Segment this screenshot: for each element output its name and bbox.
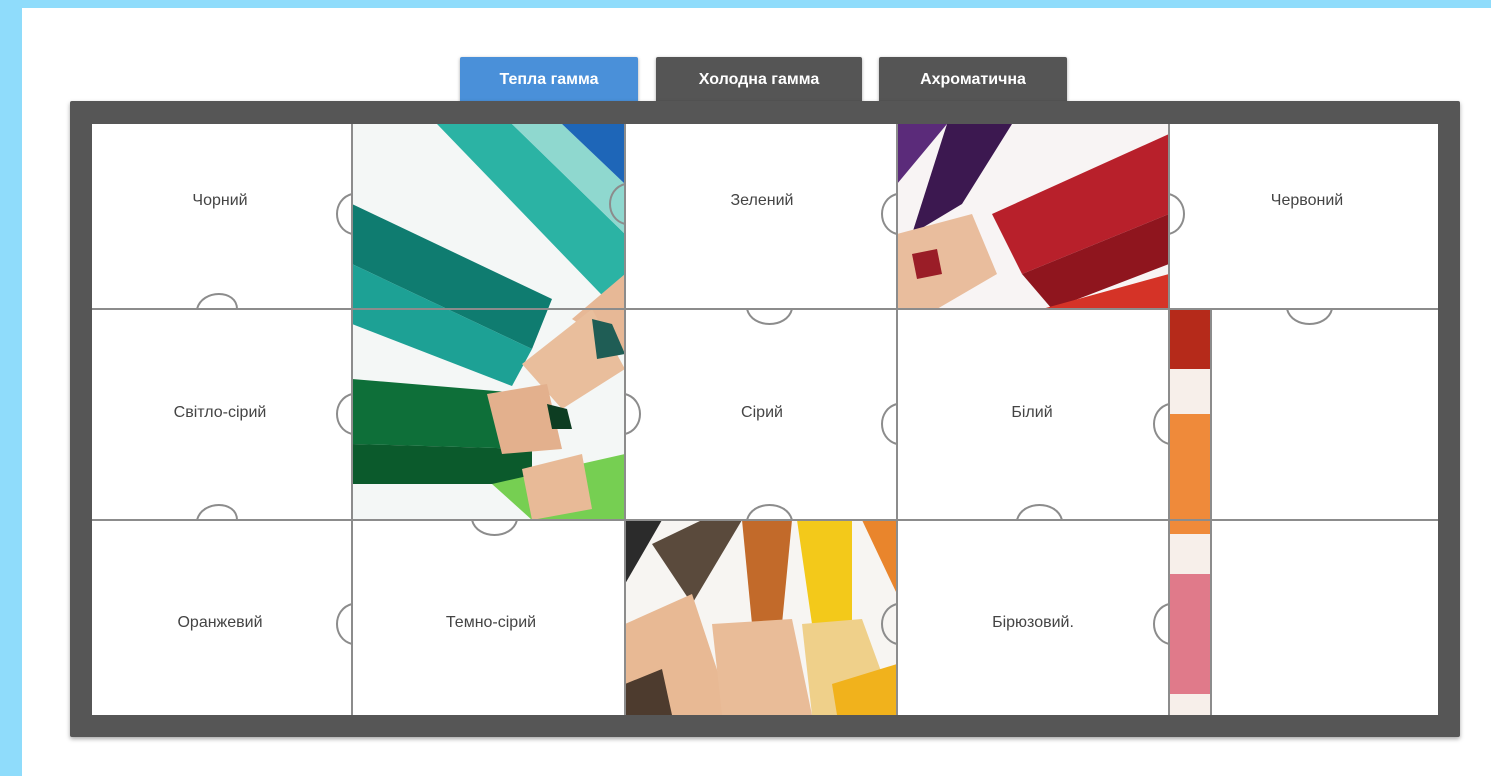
piece-label-svitlo-siryi[interactable]: Світло-сірий bbox=[174, 404, 267, 422]
teal-pencils-image bbox=[352, 124, 625, 520]
piece-label-chervonyi[interactable]: Червоний bbox=[1271, 192, 1343, 210]
piece-label-temno-siryi[interactable]: Темно-сірий bbox=[446, 614, 536, 632]
piece-label-biriuzovyi[interactable]: Бірюзовий. bbox=[992, 614, 1074, 632]
piece-label-siryi[interactable]: Сірий bbox=[741, 404, 783, 422]
tab-warm-gamut[interactable]: Тепла гамма bbox=[460, 57, 638, 102]
tab-cold-gamut[interactable]: Холодна гамма bbox=[656, 57, 862, 102]
tab-bar: Тепла гамма Холодна гамма Ахроматична bbox=[0, 0, 1491, 110]
orange-pencils-image bbox=[625, 520, 897, 715]
tab-achromatic[interactable]: Ахроматична bbox=[879, 57, 1067, 102]
piece-label-zelenyi[interactable]: Зелений bbox=[731, 192, 794, 210]
page-left-border bbox=[0, 0, 22, 776]
red-strip-image bbox=[1169, 309, 1211, 715]
piece-label-chornyi[interactable]: Чорний bbox=[192, 192, 247, 210]
piece-label-bilyi[interactable]: Білий bbox=[1011, 404, 1052, 422]
red-pencils-image bbox=[897, 124, 1169, 309]
puzzle-board: Чорний Зелений Червоний Світло-сірий Сір… bbox=[92, 124, 1438, 715]
piece-label-oranzhevyi[interactable]: Оранжевий bbox=[177, 614, 262, 632]
